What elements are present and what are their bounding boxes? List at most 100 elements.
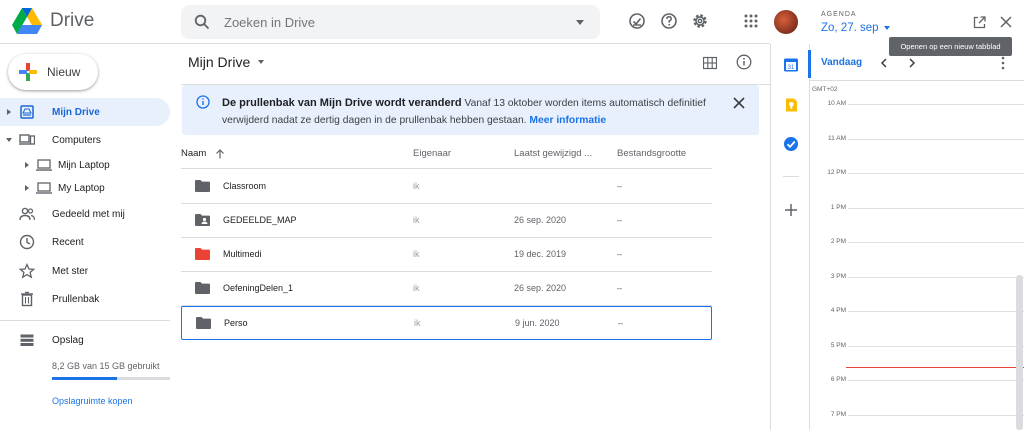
search-input[interactable]	[224, 14, 576, 30]
column-header-size[interactable]: Bestandsgrootte	[617, 148, 686, 159]
table-row[interactable]: Classroom ik –	[181, 170, 712, 204]
hour-label: 4 PM	[830, 307, 846, 314]
hour-gridline	[848, 380, 1024, 381]
more-options-icon[interactable]	[1001, 56, 1005, 70]
storage-usage-text: 8,2 GB van 15 GB gebruikt	[52, 361, 160, 371]
sidebar-item-label: Recent	[52, 236, 84, 248]
strip-divider	[783, 176, 799, 177]
hour-gridline	[848, 173, 1024, 174]
agenda-date-selector[interactable]: Zo, 27. sep	[821, 22, 890, 34]
info-icon	[196, 95, 210, 109]
apps-grid-icon[interactable]	[742, 12, 760, 30]
file-size: –	[617, 215, 623, 225]
file-owner: ik	[413, 215, 420, 225]
sidebar: Nieuw Mijn Drive Computers Mijn Laptop M…	[0, 44, 180, 430]
trash-change-banner: De prullenbak van Mijn Drive wordt veran…	[182, 85, 759, 135]
people-icon	[19, 207, 35, 221]
chevron-left-icon[interactable]	[880, 58, 888, 68]
storage-usage-fill	[52, 377, 117, 380]
trash-icon	[21, 291, 33, 307]
chevron-down-icon[interactable]	[258, 60, 265, 64]
clock-icon	[19, 234, 35, 250]
file-size: –	[618, 318, 624, 328]
keep-icon[interactable]	[783, 97, 799, 113]
more-info-link[interactable]: Meer informatie	[529, 115, 606, 126]
top-bar: Drive	[0, 0, 798, 44]
hour-label: 3 PM	[830, 272, 846, 280]
table-row[interactable]: Multimedi ik 19 dec. 2019 –	[181, 238, 712, 272]
hour-gridline	[848, 242, 1024, 243]
sidebar-item-my-drive[interactable]: Mijn Drive	[0, 98, 170, 126]
agenda-date: Zo, 27. sep	[821, 22, 879, 34]
today-button[interactable]: Vandaag	[821, 57, 862, 68]
column-header-name[interactable]: Naam	[181, 148, 225, 159]
collapse-arrow-icon[interactable]	[6, 138, 12, 142]
account-avatar[interactable]	[774, 10, 798, 34]
folder-red-icon	[195, 248, 210, 260]
close-panel-icon[interactable]	[1000, 16, 1012, 28]
settings-gear-icon[interactable]	[691, 12, 709, 30]
sidebar-item-mijn-laptop[interactable]: Mijn Laptop	[0, 154, 170, 176]
column-header-owner[interactable]: Eigenaar	[413, 148, 451, 159]
banner-text: De prullenbak van Mijn Drive wordt veran…	[222, 95, 722, 129]
sidebar-item-my-laptop[interactable]: My Laptop	[0, 177, 170, 199]
column-header-modified[interactable]: Laatst gewijzigd ...	[514, 148, 592, 159]
sidebar-item-shared-with-me[interactable]: Gedeeld met mij	[0, 200, 170, 228]
agenda-header-divider	[810, 80, 1024, 81]
main-content: Mijn Drive De prullenbak van Mijn Drive …	[181, 44, 770, 430]
close-icon[interactable]	[733, 97, 745, 109]
grid-view-icon[interactable]	[703, 56, 717, 70]
sidebar-item-label: Gedeeld met mij	[52, 208, 125, 220]
new-button-label: Nieuw	[47, 65, 81, 79]
side-apps-strip: 31	[770, 44, 811, 430]
table-row[interactable]: OefeningDelen_1 ik 26 sep. 2020 –	[181, 272, 712, 306]
shared-folder-icon	[195, 214, 210, 226]
chevron-right-icon[interactable]	[908, 58, 916, 68]
file-name: OefeningDelen_1	[223, 283, 294, 293]
calendar-icon[interactable]: 31	[783, 57, 799, 73]
search-icon[interactable]	[194, 14, 210, 30]
sidebar-item-computers[interactable]: Computers	[0, 126, 170, 154]
expand-arrow-icon[interactable]	[25, 185, 29, 191]
new-button[interactable]: Nieuw	[8, 54, 98, 90]
sidebar-item-recent[interactable]: Recent	[0, 228, 170, 256]
table-row[interactable]: GEDEELDE_MAP ik 26 sep. 2020 –	[181, 204, 712, 238]
file-owner: ik	[414, 318, 421, 328]
sidebar-item-storage[interactable]: Opslag	[0, 326, 170, 354]
drive-logo[interactable]: Drive	[12, 8, 94, 34]
file-modified: 26 sep. 2020	[514, 283, 567, 293]
sort-arrow-up-icon[interactable]	[215, 148, 225, 159]
hour-label: 6 PM	[830, 376, 846, 383]
expand-arrow-icon[interactable]	[7, 109, 11, 115]
breadcrumb[interactable]: Mijn Drive	[188, 54, 265, 70]
help-icon[interactable]	[660, 12, 678, 30]
file-name: Multimedi	[223, 249, 262, 259]
expand-arrow-icon[interactable]	[25, 162, 29, 168]
search-box[interactable]	[181, 5, 600, 39]
search-options-icon[interactable]	[576, 19, 584, 25]
hour-label: 7 PM	[830, 410, 846, 418]
add-addon-plus-icon[interactable]	[783, 202, 799, 218]
details-info-icon[interactable]	[736, 54, 752, 70]
offline-ready-icon[interactable]	[628, 12, 646, 30]
hour-gridline	[848, 104, 1024, 105]
agenda-panel: AGENDA Zo, 27. sep Openen op een nieuw t…	[810, 0, 1024, 430]
table-row[interactable]: Perso ik 9 jun. 2020 –	[181, 306, 712, 340]
file-name: Perso	[224, 318, 248, 328]
file-name: GEDEELDE_MAP	[223, 215, 297, 225]
open-in-new-tab-icon[interactable]	[973, 16, 986, 29]
tasks-icon[interactable]	[783, 136, 799, 152]
buy-storage-link[interactable]: Opslagruimte kopen	[52, 396, 133, 406]
hour-gridline	[848, 414, 1024, 416]
hour-label: 1 PM	[830, 203, 846, 211]
file-owner: ik	[413, 249, 420, 259]
agenda-scrollbar[interactable]	[1016, 275, 1023, 430]
chevron-down-icon[interactable]	[883, 26, 890, 30]
sidebar-item-trash[interactable]: Prullenbak	[0, 285, 170, 313]
hour-gridline	[848, 276, 1024, 278]
sidebar-divider	[0, 320, 170, 321]
my-drive-icon	[20, 105, 34, 119]
file-owner: ik	[413, 181, 420, 191]
sidebar-item-starred[interactable]: Met ster	[0, 257, 170, 285]
sidebar-item-label: Mijn Laptop	[58, 159, 110, 171]
